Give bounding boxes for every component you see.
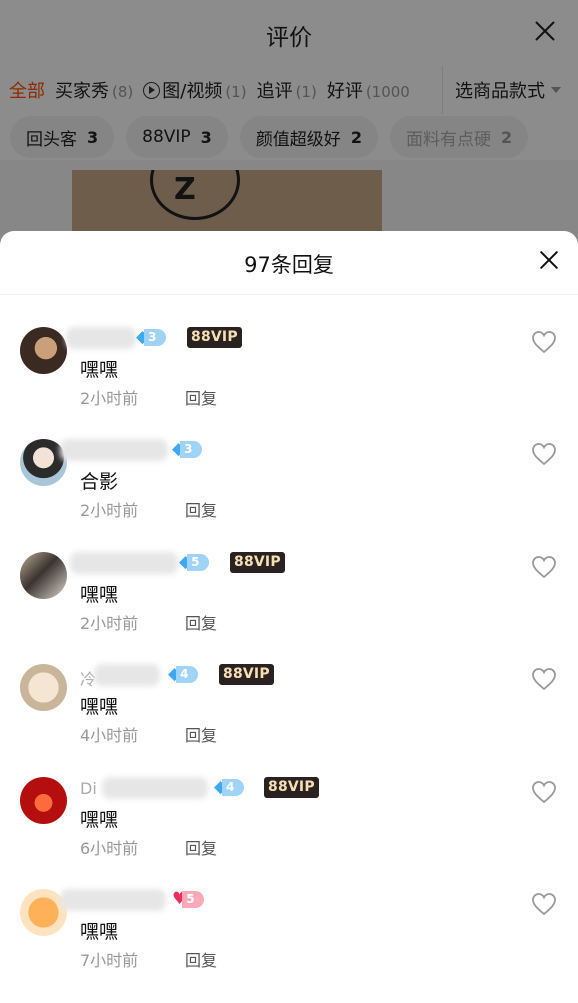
- reply-time: 6小时前: [80, 838, 139, 858]
- username-blurred[interactable]: [66, 327, 136, 349]
- heart-outline: [532, 555, 556, 578]
- username-blurred[interactable]: [102, 776, 208, 799]
- level-number: 5: [182, 891, 205, 909]
- heart-outline: [532, 780, 556, 803]
- reply-button[interactable]: 回复: [185, 947, 217, 971]
- reply-button[interactable]: 回复: [185, 835, 217, 859]
- level-number: 5: [187, 553, 210, 571]
- username-blurred[interactable]: [70, 551, 178, 574]
- reply-time: 4小时前: [80, 726, 139, 746]
- avatar[interactable]: [20, 664, 67, 712]
- reply-time: 2小时前: [80, 501, 139, 520]
- reply-time: 2小时前: [80, 389, 139, 408]
- vip-badge: 88VIP: [230, 551, 285, 573]
- username-blurred[interactable]: [60, 889, 166, 912]
- close-icon[interactable]: [538, 249, 560, 271]
- heart-icon[interactable]: [531, 892, 557, 916]
- avatar[interactable]: [20, 551, 67, 599]
- level-badge: ◆ 4: [214, 777, 245, 797]
- heart-icon[interactable]: [531, 330, 557, 354]
- reply-button[interactable]: 回复: [185, 722, 217, 746]
- level-badge: ♥ 5: [172, 890, 205, 909]
- reply-item: ♥ 5 嘿嘿 7小时前 回复: [0, 889, 578, 1002]
- reply-time: 2小时前: [80, 613, 139, 633]
- reply-content: 嘿嘿: [80, 921, 119, 944]
- level-number: 4: [176, 666, 199, 684]
- heart-outline: [532, 443, 556, 466]
- heart-outline: [532, 668, 556, 691]
- reply-sheet: 97条回复 ◆ 3 88VIP 嘿嘿 2小时前 回复 ◆ 3 合影 2小时前 回…: [0, 231, 578, 1003]
- username-blurred[interactable]: [94, 664, 160, 687]
- level-badge: ◆ 3: [172, 440, 203, 459]
- reply-button[interactable]: 回复: [185, 610, 217, 634]
- vip-badge: 88VIP: [219, 664, 274, 686]
- avatar[interactable]: [20, 327, 67, 374]
- reply-content: 嘿嘿: [80, 808, 119, 831]
- reply-list: ◆ 3 88VIP 嘿嘿 2小时前 回复 ◆ 3 合影 2小时前 回复 ◆ 5 …: [0, 295, 578, 1002]
- reply-item: ◆ 5 88VIP 嘿嘿 2小时前 回复: [0, 551, 578, 665]
- level-badge: ◆ 5: [179, 552, 210, 572]
- username-fragment[interactable]: Di: [80, 779, 97, 798]
- vip-badge: 88VIP: [187, 327, 242, 348]
- reply-button[interactable]: 回复: [185, 497, 217, 521]
- reply-content: 合影: [80, 471, 119, 493]
- level-badge: ◆ 3: [136, 328, 167, 347]
- reply-content: 嘿嘿: [80, 696, 119, 719]
- level-badge: ◆ 4: [168, 665, 199, 684]
- heart-icon[interactable]: [531, 667, 557, 691]
- username-blurred[interactable]: [60, 439, 168, 461]
- heart-icon[interactable]: [531, 442, 557, 466]
- reply-item: Di ◆ 4 88VIP 嘿嘿 6小时前 回复: [0, 776, 578, 890]
- heart-outline: [532, 893, 556, 916]
- reply-item: ◆ 3 88VIP 嘿嘿 2小时前 回复: [0, 327, 578, 439]
- reply-content: 嘿嘿: [80, 359, 119, 381]
- heart-icon[interactable]: [531, 780, 557, 804]
- sheet-header: 97条回复: [0, 231, 578, 295]
- reply-item: 冷 ◆ 4 88VIP 嘿嘿 4小时前 回复: [0, 664, 578, 777]
- level-number: 4: [222, 778, 245, 796]
- level-number: 3: [144, 329, 167, 346]
- vip-badge: 88VIP: [264, 776, 319, 798]
- dim-overlay[interactable]: [0, 0, 578, 240]
- reply-content: 嘿嘿: [80, 583, 119, 606]
- reply-time: 7小时前: [80, 951, 139, 971]
- heart-icon[interactable]: [531, 555, 557, 579]
- heart-outline: [532, 331, 556, 354]
- sheet-title: 97条回复: [244, 253, 334, 277]
- level-number: 3: [180, 441, 203, 458]
- avatar[interactable]: [20, 776, 67, 824]
- reply-button[interactable]: 回复: [185, 385, 217, 409]
- reply-item: ◆ 3 合影 2小时前 回复: [0, 439, 578, 552]
